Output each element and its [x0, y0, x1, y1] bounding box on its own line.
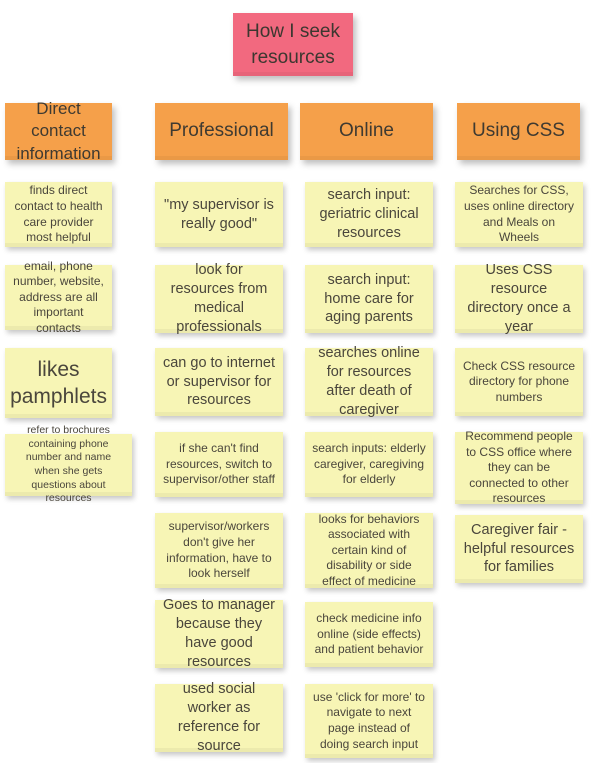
sticky-note[interactable]: Uses CSS resource directory once a year: [455, 262, 583, 335]
sticky-note[interactable]: used social worker as reference for sour…: [155, 681, 283, 754]
sticky-note[interactable]: searches online for resources after deat…: [305, 345, 433, 418]
sticky-note[interactable]: search input: geriatric clinical resourc…: [305, 182, 433, 247]
sticky-note[interactable]: supervisor/workers don't give her inform…: [155, 513, 283, 588]
sticky-note[interactable]: if she can't find resources, switch to s…: [155, 432, 283, 497]
sticky-note[interactable]: "my supervisor is really good": [155, 182, 283, 247]
sticky-note[interactable]: Check CSS resource directory for phone n…: [455, 348, 583, 416]
sticky-note[interactable]: Recommend people to CSS office where the…: [455, 429, 583, 505]
sticky-note[interactable]: Caregiver fair - helpful resources for f…: [455, 515, 583, 583]
column-header-direct-contact-information[interactable]: Direct contact information: [5, 99, 112, 163]
sticky-note[interactable]: looks for behaviors associated with cert…: [305, 512, 433, 588]
sticky-note[interactable]: email, phone number, website, address ar…: [5, 259, 112, 335]
sticky-note[interactable]: likes pamphlets: [5, 348, 112, 418]
sticky-note[interactable]: Searches for CSS, uses online directory …: [455, 182, 583, 247]
sticky-note[interactable]: check medicine info online (side effects…: [305, 602, 433, 667]
sticky-note[interactable]: search input: home care for aging parent…: [305, 265, 433, 333]
sticky-note[interactable]: use 'click for more' to navigate to next…: [305, 684, 433, 758]
board-title-note[interactable]: How I seek resources: [233, 13, 353, 76]
column-header-online[interactable]: Online: [300, 103, 433, 160]
sticky-note[interactable]: Goes to manager because they have good r…: [155, 597, 283, 670]
sticky-note[interactable]: look for resources from medical professi…: [155, 262, 283, 335]
column-header-professional[interactable]: Professional: [155, 103, 288, 160]
sticky-note[interactable]: can go to internet or supervisor for res…: [155, 348, 283, 416]
sticky-note[interactable]: refer to brochures containing phone numb…: [5, 424, 132, 504]
affinity-diagram-board: How I seek resources Direct contact info…: [0, 0, 610, 763]
column-header-using-css[interactable]: Using CSS: [457, 103, 580, 160]
sticky-note[interactable]: search inputs: elderly caregiver, caregi…: [305, 432, 433, 497]
sticky-note[interactable]: finds direct contact to health care prov…: [5, 182, 112, 247]
